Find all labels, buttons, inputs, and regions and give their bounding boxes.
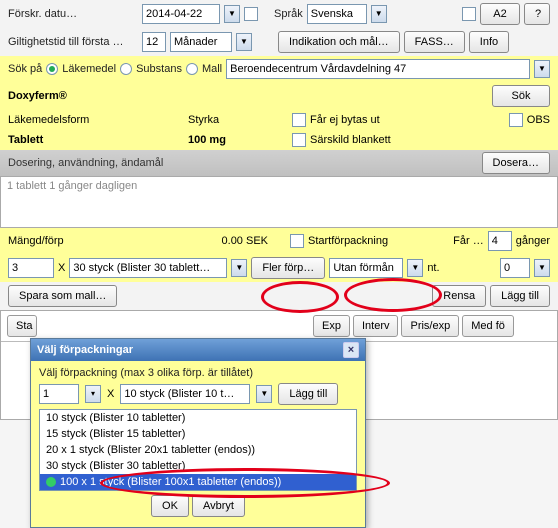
far-label: Får … (453, 235, 484, 247)
language-dropdown-button[interactable]: ▼ (371, 5, 387, 23)
tab-medfo[interactable]: Med fö (462, 315, 514, 337)
forman-field[interactable] (329, 258, 403, 278)
startforp-checkbox[interactable] (290, 234, 304, 248)
popup-x-label: X (107, 388, 114, 400)
lagg-till-button[interactable]: Lägg till (490, 285, 550, 307)
forskr-datum-label: Förskr. datu… (8, 8, 138, 20)
search-context-field[interactable] (226, 59, 530, 79)
styrka-value: 100 mg (188, 134, 288, 146)
radio-substans[interactable] (120, 63, 132, 75)
popup-pack-field[interactable] (120, 384, 250, 404)
sok-pa-label: Sök på (8, 63, 42, 75)
sarskild-blankett-label: Särskild blankett (310, 134, 391, 146)
search-context-dropdown[interactable]: ▼ (534, 60, 550, 78)
tab-pris[interactable]: Pris/exp (401, 315, 459, 337)
popup-subtitle: Välj förpackning (max 3 olika förp. är t… (39, 367, 357, 379)
forman-dropdown[interactable]: ▼ (407, 259, 423, 277)
popup-lagg-till-button[interactable]: Lägg till (278, 383, 338, 405)
popup-qty-field[interactable] (39, 384, 79, 404)
popup-option-3[interactable]: 30 styck (Blister 30 tabletter) (40, 458, 356, 474)
far-ej-bytas-checkbox[interactable] (292, 113, 306, 127)
far-ej-bytas-label: Får ej bytas ut (310, 114, 380, 126)
popup-option-0[interactable]: 10 styck (Blister 10 tabletter) (40, 410, 356, 426)
help-button[interactable]: ? (524, 3, 550, 25)
dosering-summary[interactable]: 1 tablett 1 gånger dagligen (0, 176, 558, 228)
styrka-col-label: Styrka (188, 114, 288, 126)
validity-unit-field[interactable] (170, 32, 232, 52)
sok-button[interactable]: Sök (492, 85, 550, 107)
nt-dropdown[interactable]: ▼ (534, 259, 550, 277)
popup-qty-stepper[interactable]: ▾ (85, 385, 101, 403)
popup-option-1[interactable]: 15 styck (Blister 15 tabletter) (40, 426, 356, 442)
sek-label: 0.00 SEK (188, 235, 268, 247)
fass-button[interactable]: FASS… (404, 31, 465, 53)
radio-mall-label: Mall (202, 63, 222, 75)
unknown-checkbox-1[interactable] (244, 7, 258, 21)
popup-option-list: 10 styck (Blister 10 tabletter) 15 styck… (39, 409, 357, 491)
drug-name: Doxyferm® (8, 90, 488, 102)
radio-mall[interactable] (186, 63, 198, 75)
radio-substans-label: Substans (136, 63, 182, 75)
dosering-title: Dosering, användning, ändamål (8, 157, 478, 169)
a2-button[interactable]: A2 (480, 3, 520, 25)
nt-value-field[interactable] (500, 258, 530, 278)
unknown-checkbox-2[interactable] (462, 7, 476, 21)
popup-cancel-button[interactable]: Avbryt (192, 495, 245, 517)
radio-lakemedel[interactable] (46, 63, 58, 75)
validity-unit-dropdown[interactable]: ▼ (236, 33, 252, 51)
far-count-field[interactable] (488, 231, 512, 251)
date-field[interactable] (142, 4, 220, 24)
x-label: X (58, 262, 65, 274)
form-col-label: Läkemedelsform (8, 114, 184, 126)
ganger-label: gånger (516, 235, 550, 247)
popup-close-icon[interactable]: × (343, 342, 359, 358)
date-picker-button[interactable]: ▼ (224, 5, 240, 23)
tab-sta[interactable]: Sta (7, 315, 37, 337)
obs-label: OBS (527, 114, 550, 126)
language-field[interactable] (307, 4, 367, 24)
pack-popup: Välj förpackningar × Välj förpackning (m… (30, 338, 366, 528)
tab-exp[interactable]: Exp (313, 315, 350, 337)
sprak-label: Språk (274, 8, 303, 20)
obs-checkbox[interactable] (509, 113, 523, 127)
radio-lakemedel-label: Läkemedel (62, 63, 116, 75)
fler-forp-button[interactable]: Fler förp… (251, 257, 325, 279)
pack-dropdown[interactable]: ▼ (231, 259, 247, 277)
nt-label: nt. (427, 262, 439, 274)
indikation-button[interactable]: Indikation och mål… (278, 31, 400, 53)
sarskild-blankett-checkbox[interactable] (292, 133, 306, 147)
popup-option-2[interactable]: 20 x 1 styck (Blister 20x1 tabletter (en… (40, 442, 356, 458)
giltighet-label: Giltighetstid till första … (8, 36, 138, 48)
spara-mall-button[interactable]: Spara som mall… (8, 285, 117, 307)
rensa-button[interactable]: Rensa (432, 285, 486, 307)
validity-count-field[interactable] (142, 32, 166, 52)
startforp-label: Startförpackning (308, 235, 388, 247)
form-value: Tablett (8, 134, 184, 146)
dosera-button[interactable]: Dosera… (482, 152, 550, 174)
popup-option-4[interactable]: 100 x 1 styck (Blister 100x1 tabletter (… (40, 474, 356, 490)
mangd-label: Mängd/förp (8, 235, 184, 247)
popup-ok-button[interactable]: OK (151, 495, 189, 517)
popup-pack-dropdown[interactable]: ▼ (256, 385, 272, 403)
dot-icon (46, 477, 56, 487)
tab-interv[interactable]: Interv (353, 315, 399, 337)
pack-field[interactable] (69, 258, 227, 278)
popup-title: Välj förpackningar (37, 344, 133, 356)
qty-field[interactable] (8, 258, 54, 278)
info-button[interactable]: Info (469, 31, 509, 53)
